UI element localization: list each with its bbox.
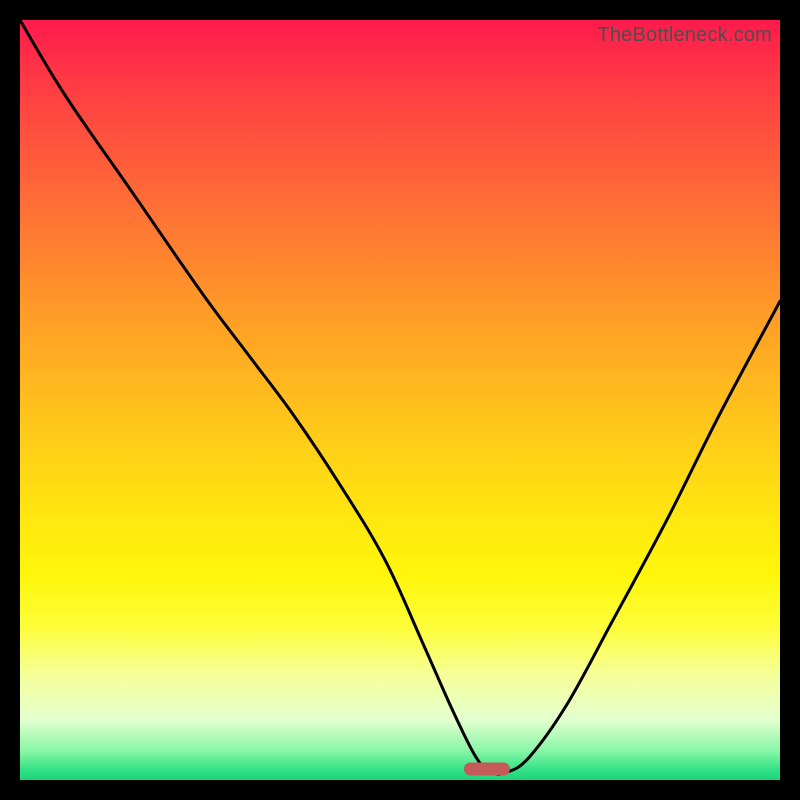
chart-plot-area: TheBottleneck.com xyxy=(20,20,780,780)
bottleneck-curve xyxy=(20,20,780,780)
curve-path xyxy=(20,20,780,774)
chart-frame: TheBottleneck.com xyxy=(0,0,800,800)
minimum-marker xyxy=(464,762,510,775)
